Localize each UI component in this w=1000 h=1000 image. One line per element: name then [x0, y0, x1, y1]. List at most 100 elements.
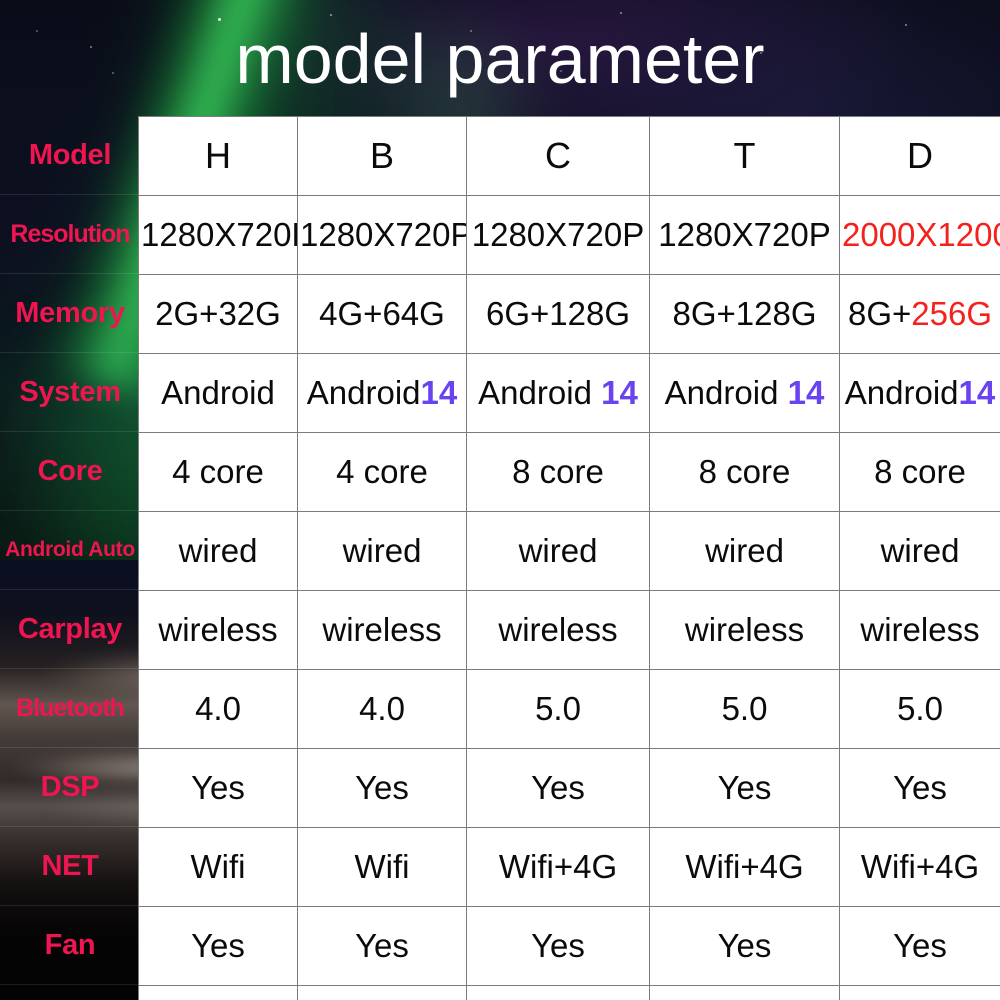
row-label-resolution: Resolution [0, 195, 140, 274]
table-cell: Android [138, 353, 298, 433]
table-cell: wired [138, 511, 298, 591]
table-cell: 1280X720P [649, 195, 840, 275]
table-cell: 1280X720P [297, 195, 467, 275]
cell-text: 8 core [698, 453, 791, 490]
cell-text: 8 core [874, 453, 966, 490]
table-cell: 4 core [297, 432, 467, 512]
table-cell: D [839, 116, 1000, 196]
cell-text: 8G+128G [672, 295, 817, 332]
table-cell: Wifi [138, 827, 298, 907]
table-cell: Yes [466, 906, 650, 986]
cell-text: Yes [893, 927, 947, 964]
table-cell: Yes [138, 906, 298, 986]
table-cell: 1280X720P [138, 195, 298, 275]
cell-text: Yes [355, 769, 409, 806]
table-cell: 5.0 [649, 669, 840, 749]
table-cell: 1280X720P [466, 195, 650, 275]
cell-text: Wifi+4G [860, 848, 980, 885]
cell-text: 4.0 [359, 690, 405, 727]
table-cell: 5.0 [466, 669, 650, 749]
row-label-model: Model [0, 116, 140, 195]
cell-text: wired [342, 532, 422, 569]
row-label-dsp: DSP [0, 748, 140, 827]
cell-text: wireless [158, 611, 278, 648]
page-title: model parameter [235, 20, 765, 98]
table-cell: B [297, 116, 467, 196]
cell-text: 1280X720P [658, 216, 831, 253]
table-cell: C [466, 116, 650, 196]
row-label-button-color: Button color [0, 985, 140, 1000]
table-cell: 2000X1200P [839, 195, 1000, 275]
row-label-system: System [0, 353, 140, 432]
row-label-column: Model Resolution Memory System Core Andr… [0, 116, 140, 1000]
table-cell: Wifi [297, 827, 467, 907]
table-cell: Yes [297, 748, 467, 828]
cell-text: 1280X720P [141, 216, 298, 253]
cell-text: Yes [531, 769, 585, 806]
cell-text-highlight: 14 [420, 374, 458, 411]
cell-text: wireless [860, 611, 980, 648]
cell-text: Yes [531, 927, 585, 964]
row-label-bluetooth: Bluetooth [0, 669, 140, 748]
cell-text: 1280X720P [300, 216, 467, 253]
table-cell: wired [839, 511, 1000, 591]
cell-text: B [369, 135, 394, 176]
table-row: HBCTD [138, 116, 1000, 196]
cell-text: C [545, 135, 571, 176]
cell-text: wired [880, 532, 960, 569]
table-cell: 8 core [839, 432, 1000, 512]
table-cell: Android14 [839, 353, 1000, 433]
row-label-android-auto: Android Auto [0, 511, 140, 590]
cell-text: wireless [684, 611, 805, 648]
cell-text: Wifi+4G [498, 848, 618, 885]
table-cell: wired [649, 511, 840, 591]
table-cell: 4 core [138, 432, 298, 512]
table-cell: 4.0 [138, 669, 298, 749]
table-row: 4.0 4.0 5.0 5.0 5.0 [138, 669, 1000, 749]
cell-text: 4 core [336, 453, 428, 490]
table-cell: Wifi+4G [466, 827, 650, 907]
table-row: 2G+32G 4G+64G 6G+128G 8G+128G 8G+256G [138, 274, 1000, 354]
table-row: wired wired wired wired wired [138, 511, 1000, 591]
spec-sheet-page: model parameter Model Resolution Memory … [0, 0, 1000, 1000]
cell-text: Yes [191, 769, 245, 806]
table-cell: colorful [138, 985, 298, 1000]
table-cell: 2G+32G [138, 274, 298, 354]
table-cell: colorful [297, 985, 467, 1000]
cell-text: 6G+128G [485, 295, 631, 332]
table-row: colorfulcolorfulcolorfulcolorful [138, 985, 1000, 1000]
cell-text: wireless [498, 611, 618, 648]
table-cell: wired [297, 511, 467, 591]
cell-text: 8 core [512, 453, 604, 490]
cell-text: Yes [191, 927, 245, 964]
table-row: Wifi Wifi Wifi+4G Wifi+4G Wifi+4G [138, 827, 1000, 907]
table-cell: wired [466, 511, 650, 591]
table-cell: Android 14 [649, 353, 840, 433]
cell-text: 4.0 [195, 690, 241, 727]
cell-text: 2000X1200P [842, 216, 1000, 253]
cell-text: 5.0 [535, 690, 581, 727]
table-cell: Yes [649, 906, 840, 986]
cell-text-highlight: 14 [787, 374, 825, 411]
cell-text: Android [844, 374, 959, 411]
cell-text: Yes [717, 769, 772, 806]
cell-text-highlight: 14 [958, 374, 996, 411]
table-row: Yes Yes Yes Yes Yes [138, 906, 1000, 986]
table-row: Yes Yes Yes Yes Yes [138, 748, 1000, 828]
cell-text: Wifi+4G [685, 848, 804, 885]
spec-table: H B C T D 1280X720P 1280X720P 1280X720P 1280X720… [138, 116, 1000, 1000]
table-cell: Wifi+4G [649, 827, 840, 907]
row-label-fan: Fan [0, 906, 140, 985]
spec-table-wrapper: H B C T D 1280X720P 1280X720P 1280X720P 1280X720… [138, 116, 1000, 1000]
table-row: 1280X720P 1280X720P 1280X720P 1280X720P 2000… [138, 195, 1000, 275]
cell-text: Android [664, 374, 788, 411]
cell-text: Android [478, 374, 602, 411]
cell-text: Wifi [354, 848, 410, 885]
table-cell: Yes [138, 748, 298, 828]
table-cell: 8G+256G [839, 274, 1000, 354]
table-cell: wireless [138, 590, 298, 670]
table-cell: colorful [649, 985, 840, 1000]
cell-text: wired [518, 532, 598, 569]
table-cell: Android 14 [466, 353, 650, 433]
cell-text: wireless [322, 611, 442, 648]
